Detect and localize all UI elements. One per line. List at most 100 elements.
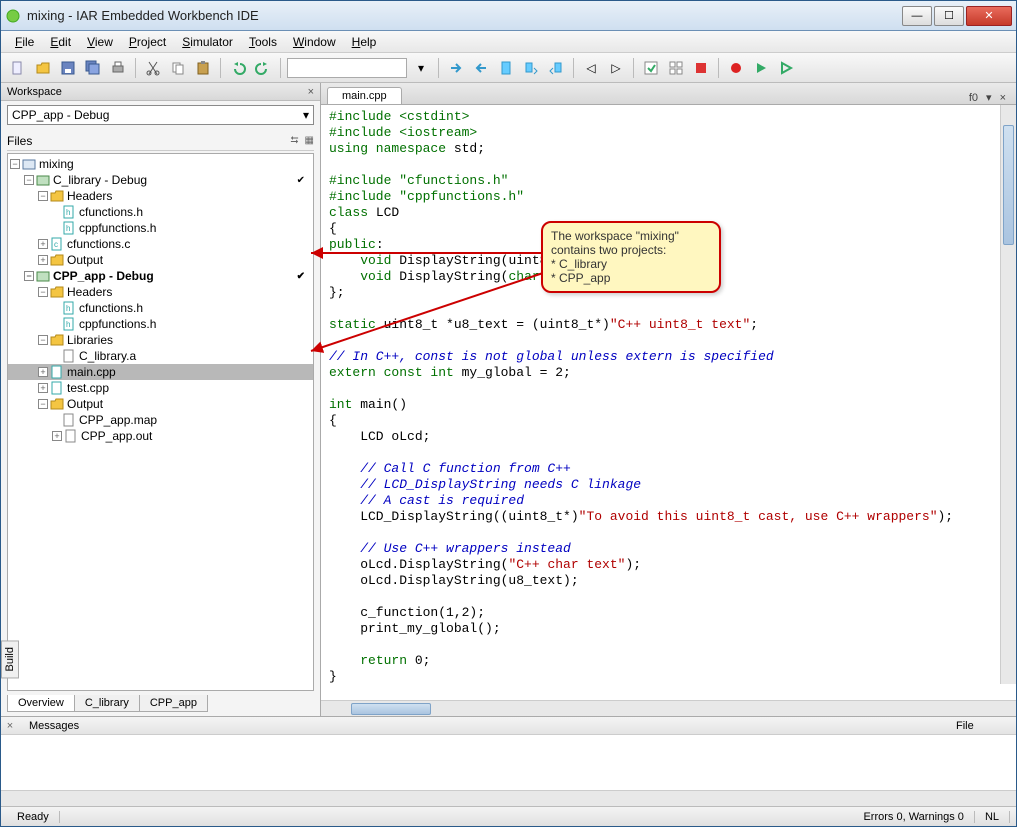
bookmark-toggle-icon[interactable] [495,57,517,79]
toolbar-search-input[interactable] [287,58,407,78]
open-file-icon[interactable] [32,57,54,79]
folder-icon [50,333,64,347]
find-prev-icon[interactable] [470,57,492,79]
horizontal-scrollbar[interactable] [321,700,1016,716]
new-file-icon[interactable] [7,57,29,79]
menu-edit[interactable]: Edit [42,33,79,51]
bookmark-next-icon[interactable] [520,57,542,79]
menu-view[interactable]: View [79,33,121,51]
save-all-icon[interactable] [82,57,104,79]
build-close-icon[interactable]: × [1,720,19,732]
search-dropdown-icon[interactable]: ▾ [410,57,432,79]
menu-tools[interactable]: Tools [241,33,285,51]
tree-file: CPP_app.map [8,412,313,428]
cut-icon[interactable] [142,57,164,79]
minimize-button[interactable]: — [902,6,932,26]
annotation-line: contains two projects: [551,243,711,257]
editor-close-icon[interactable]: × [996,92,1010,104]
print-icon[interactable] [107,57,129,79]
maximize-button[interactable]: ☐ [934,6,964,26]
file-tree[interactable]: −mixing −C_library - Debug✔ −Headers hcf… [7,153,314,691]
files-header-icon-2[interactable]: ▦ [305,135,314,146]
menu-project[interactable]: Project [121,33,174,51]
tree-file: C_library.a [8,348,313,364]
h-file-icon: h [62,221,76,235]
h-file-icon: h [62,301,76,315]
menu-window[interactable]: Window [285,33,344,51]
build-tab-vertical[interactable]: Build [1,640,19,678]
svg-text:h: h [66,304,70,313]
files-header-icon-1[interactable]: ⮀ [291,135,299,146]
workspace-title: Workspace [7,86,62,98]
config-dropdown-value: CPP_app - Debug [12,108,109,122]
status-ready: Ready [7,811,60,823]
redo-icon[interactable] [252,57,274,79]
bookmark-prev-icon[interactable] [545,57,567,79]
nav-fwd-icon[interactable]: ▷ [605,57,627,79]
map-file-icon [62,413,76,427]
tree-folder: −Output [8,396,313,412]
tree-folder: +Output [8,252,313,268]
tree-folder: −Libraries [8,332,313,348]
config-dropdown[interactable]: CPP_app - Debug ▾ [7,105,314,125]
lib-file-icon [62,349,76,363]
workspace-tabs: Overview C_library CPP_app [7,695,314,712]
nav-back-icon[interactable]: ◁ [580,57,602,79]
svg-text:c: c [54,240,58,249]
build-panel: × Messages File [1,716,1016,806]
files-header-label: Files [7,134,32,148]
ws-tab-cpp-app[interactable]: CPP_app [139,695,208,712]
make-icon[interactable] [665,57,687,79]
cpp-file-icon [50,365,64,379]
workspace-close-icon[interactable]: × [308,86,314,98]
project-icon [36,173,50,187]
tree-file: hcfunctions.h [8,300,313,316]
compile-icon[interactable] [640,57,662,79]
find-next-icon[interactable] [445,57,467,79]
vertical-scrollbar[interactable] [1000,105,1016,684]
toggle-breakpoint-icon[interactable] [725,57,747,79]
editor-dropdown-icon[interactable]: ▾ [982,91,996,104]
workspace-panel: Workspace × CPP_app - Debug ▾ Files ⮀ ▦ … [1,83,321,716]
status-errors-warnings: Errors 0, Warnings 0 [853,811,974,823]
tree-file: hcppfunctions.h [8,316,313,332]
undo-icon[interactable] [227,57,249,79]
window-title: mixing - IAR Embedded Workbench IDE [27,8,902,23]
build-horizontal-scrollbar[interactable] [1,790,1016,806]
copy-icon[interactable] [167,57,189,79]
folder-icon [50,189,64,203]
app-window: mixing - IAR Embedded Workbench IDE — ☐ … [0,0,1017,827]
debug-no-download-icon[interactable] [775,57,797,79]
status-nl: NL [975,811,1010,823]
tree-file: +test.cpp [8,380,313,396]
build-messages-list[interactable] [1,735,1016,790]
menu-simulator[interactable]: Simulator [174,33,241,51]
annotation-bubble: The workspace "mixing" contains two proj… [541,221,721,293]
build-col-messages[interactable]: Messages [19,720,956,732]
save-icon[interactable] [57,57,79,79]
svg-text:h: h [66,320,70,329]
tree-file: +CPP_app.out [8,428,313,444]
annotation-line: * C_library [551,257,711,271]
h-file-icon: h [62,205,76,219]
ws-tab-c-library[interactable]: C_library [74,695,140,712]
title-bar: mixing - IAR Embedded Workbench IDE — ☐ … [1,1,1016,31]
close-button[interactable]: ✕ [966,6,1012,26]
tree-project-cpp-app: −CPP_app - Debug✔ [8,268,313,284]
out-file-icon [64,429,78,443]
svg-text:h: h [66,208,70,217]
build-col-file[interactable]: File [956,720,1016,732]
function-indicator[interactable]: f0 [965,92,982,104]
paste-icon[interactable] [192,57,214,79]
menu-help[interactable]: Help [344,33,385,51]
menu-file[interactable]: File [7,33,42,51]
stop-build-icon[interactable] [690,57,712,79]
svg-text:h: h [66,224,70,233]
ws-tab-overview[interactable]: Overview [7,695,75,712]
code-editor[interactable]: #include <cstdint> #include <iostream> u… [321,105,1016,700]
tree-folder: −Headers [8,188,313,204]
editor-tab-main[interactable]: main.cpp [327,87,402,104]
folder-icon [50,285,64,299]
debug-icon[interactable] [750,57,772,79]
project-icon [36,269,50,283]
